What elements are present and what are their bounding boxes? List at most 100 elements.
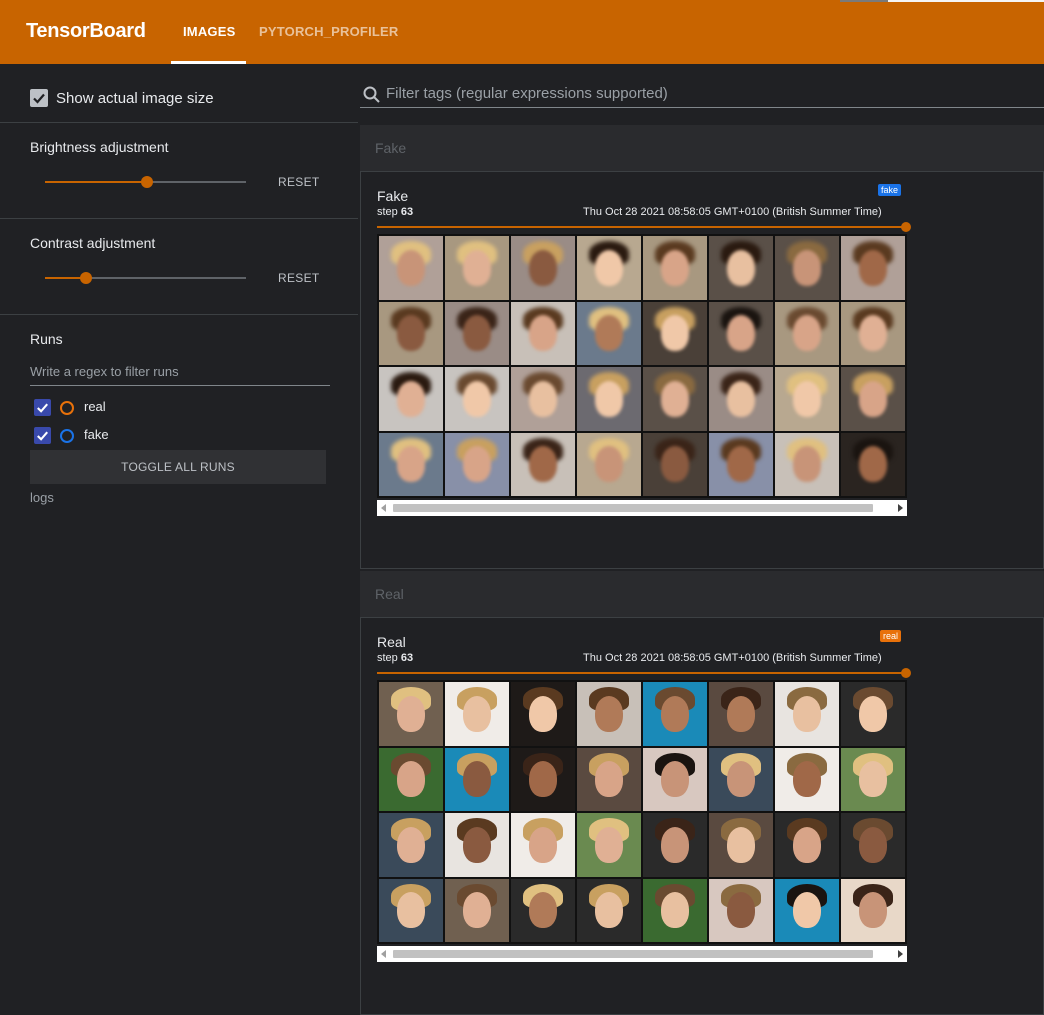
thumbnail-face — [792, 315, 822, 352]
thumbnail-face — [660, 892, 690, 929]
image-grid-fake — [377, 234, 907, 498]
runs-filter-input[interactable]: Write a regex to filter runs — [30, 364, 330, 386]
run-color-real-icon[interactable] — [60, 401, 74, 415]
thumbnail-face — [726, 446, 756, 483]
image-thumbnail — [841, 236, 905, 300]
horizontal-scrollbar[interactable] — [377, 500, 907, 516]
card-timestamp: Thu Oct 28 2021 08:58:05 GMT+0100 (Briti… — [583, 206, 882, 218]
image-thumbnail — [841, 682, 905, 746]
scroll-left-icon[interactable] — [381, 950, 386, 958]
section-title: Fake — [375, 140, 407, 156]
thumbnail-face — [858, 249, 888, 286]
image-thumbnail — [577, 367, 641, 431]
section-header-fake[interactable]: Fake — [360, 125, 1044, 171]
run-badge-real: real — [880, 630, 902, 642]
image-thumbnail — [709, 747, 773, 811]
image-thumbnail — [775, 813, 839, 877]
thumbnail-face — [726, 892, 756, 929]
thumbnail-face — [792, 761, 822, 798]
image-thumbnail — [511, 236, 575, 300]
tab-images[interactable]: IMAGES — [183, 24, 235, 39]
main-panel: Filter tags (regular expressions support… — [358, 64, 1044, 1015]
tab-pytorch-profiler[interactable]: PYTORCH_PROFILER — [259, 24, 398, 39]
image-thumbnail — [775, 878, 839, 942]
thumbnail-face — [528, 446, 558, 483]
image-thumbnail — [709, 236, 773, 300]
run-checkbox-fake[interactable] — [34, 427, 51, 444]
contrast-reset-button[interactable]: RESET — [278, 271, 320, 285]
step-slider-thumb[interactable] — [901, 668, 911, 678]
thumbnail-face — [396, 761, 426, 798]
horizontal-scrollbar[interactable] — [377, 946, 907, 962]
thumbnail-face — [594, 826, 624, 863]
card-title: Real — [377, 634, 406, 650]
image-thumbnail — [511, 367, 575, 431]
thumbnail-face — [858, 315, 888, 352]
image-thumbnail — [577, 236, 641, 300]
step-slider-track[interactable] — [377, 672, 905, 674]
divider — [0, 314, 358, 315]
run-label-fake: fake — [84, 427, 109, 442]
search-icon — [363, 86, 380, 103]
card-timestamp: Thu Oct 28 2021 08:58:05 GMT+0100 (Briti… — [583, 652, 882, 664]
thumbnail-face — [528, 695, 558, 732]
thumbnail-face — [462, 380, 492, 417]
image-thumbnail — [577, 301, 641, 365]
brightness-reset-button[interactable]: RESET — [278, 175, 320, 189]
image-thumbnail — [841, 367, 905, 431]
show-actual-size-label: Show actual image size — [56, 90, 214, 107]
contrast-slider-thumb[interactable] — [80, 272, 92, 284]
image-thumbnail — [709, 682, 773, 746]
brightness-slider-thumb[interactable] — [141, 176, 153, 188]
image-thumbnail — [379, 813, 443, 877]
thumbnail-face — [528, 315, 558, 352]
thumbnail-face — [396, 826, 426, 863]
image-thumbnail — [643, 236, 707, 300]
thumbnail-face — [528, 380, 558, 417]
image-thumbnail — [445, 367, 509, 431]
scroll-right-icon[interactable] — [898, 504, 903, 512]
thumbnail-face — [660, 695, 690, 732]
divider — [0, 122, 358, 123]
scrollbar-thumb[interactable] — [393, 950, 873, 958]
image-thumbnail — [709, 367, 773, 431]
run-label-real: real — [84, 399, 106, 414]
scroll-left-icon[interactable] — [381, 504, 386, 512]
image-thumbnail — [709, 301, 773, 365]
thumbnail-face — [726, 249, 756, 286]
tag-filter-input[interactable]: Filter tags (regular expressions support… — [360, 82, 1044, 108]
image-card-real: Real real step 63 Thu Oct 28 2021 08:58:… — [360, 617, 1044, 1015]
run-checkbox-real[interactable] — [34, 399, 51, 416]
run-color-fake-icon[interactable] — [60, 429, 74, 443]
step-slider-thumb[interactable] — [901, 222, 911, 232]
top-app-bar: TensorBoard IMAGES PYTORCH_PROFILER — [0, 0, 1044, 64]
thumbnail-face — [792, 446, 822, 483]
image-thumbnail — [379, 682, 443, 746]
show-actual-size-checkbox[interactable] — [30, 89, 48, 107]
image-thumbnail — [643, 878, 707, 942]
step-slider-track[interactable] — [377, 226, 905, 228]
image-thumbnail — [709, 878, 773, 942]
scroll-right-icon[interactable] — [898, 950, 903, 958]
thumbnail-face — [594, 249, 624, 286]
section-header-real[interactable]: Real — [360, 571, 1044, 617]
scrollbar-thumb[interactable] — [393, 504, 873, 512]
image-thumbnail — [511, 432, 575, 496]
check-icon — [37, 403, 49, 413]
thumbnail-face — [660, 315, 690, 352]
image-thumbnail — [511, 747, 575, 811]
image-thumbnail — [709, 813, 773, 877]
thumbnail-face — [528, 826, 558, 863]
image-thumbnail — [841, 301, 905, 365]
thumbnail-face — [858, 826, 888, 863]
thumbnail-face — [726, 826, 756, 863]
thumbnail-face — [792, 695, 822, 732]
divider — [0, 218, 358, 219]
image-thumbnail — [379, 432, 443, 496]
thumbnail-face — [396, 892, 426, 929]
thumbnail-face — [594, 892, 624, 929]
toggle-all-runs-button[interactable]: TOGGLE ALL RUNS — [30, 450, 326, 484]
thumbnail-face — [726, 761, 756, 798]
image-thumbnail — [445, 236, 509, 300]
section-title: Real — [375, 586, 404, 602]
